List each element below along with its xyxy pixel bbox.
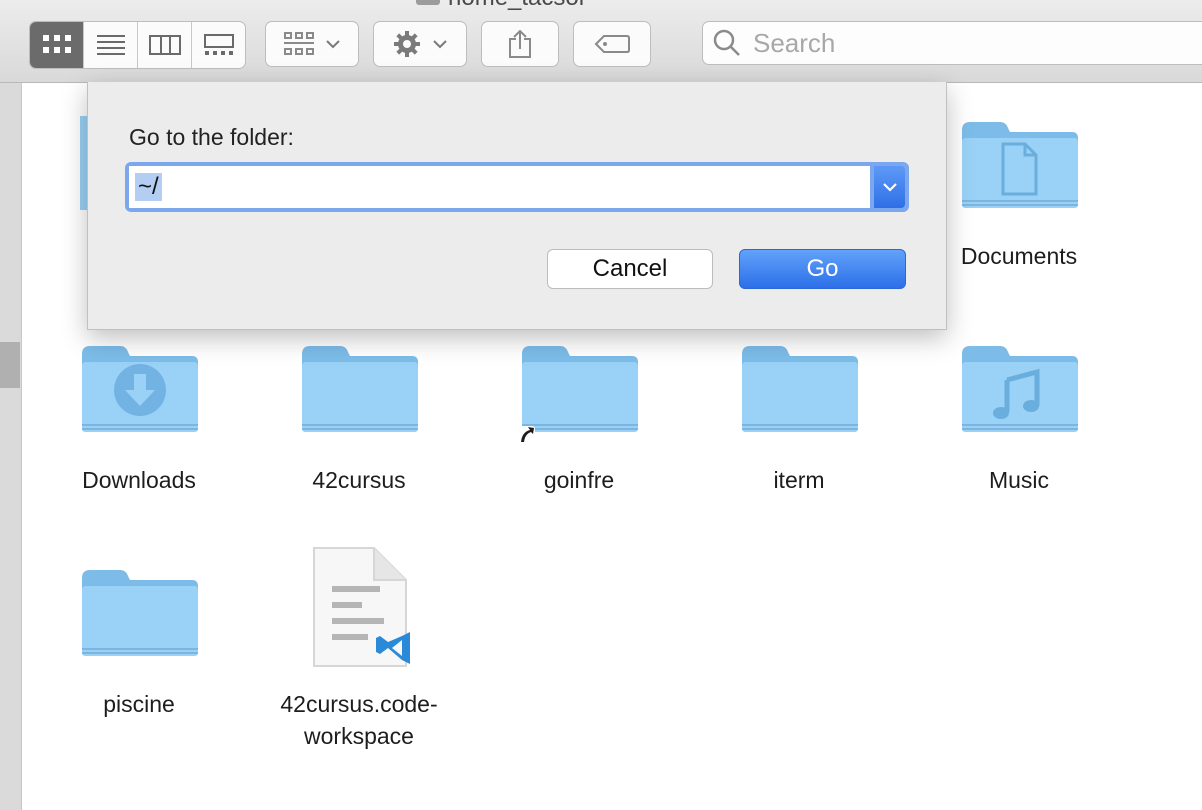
- gear-icon: [394, 31, 420, 57]
- file-label: Downloads: [82, 467, 196, 493]
- sidebar-edge: [0, 83, 22, 810]
- tag-icon: [594, 35, 630, 53]
- downloads-folder-icon: [80, 338, 200, 434]
- chevron-down-icon: [326, 39, 340, 48]
- file-label-line2: workspace: [304, 723, 414, 749]
- chevron-down-icon: [882, 182, 897, 192]
- icon-view-button[interactable]: [30, 22, 84, 68]
- file-label: Music: [988, 467, 1050, 493]
- vscode-document-icon: [313, 547, 410, 667]
- music-folder-icon: [960, 338, 1080, 434]
- file-label: 42cursus: [312, 467, 406, 493]
- dialog-label: Go to the folder:: [129, 124, 294, 150]
- documents-folder-icon: [960, 114, 1080, 210]
- column-view-icon: [148, 35, 181, 55]
- list-view-icon: [96, 35, 125, 55]
- share-button[interactable]: [481, 21, 559, 67]
- window-title-text: home_tacsor: [448, 0, 587, 12]
- group-grid-icon: [284, 32, 314, 55]
- alias-folder-icon: [517, 346, 638, 444]
- cancel-button[interactable]: Cancel: [547, 249, 713, 289]
- path-history-dropdown[interactable]: [874, 166, 905, 208]
- file-label: Documents: [960, 243, 1078, 269]
- folder-icon: [80, 562, 200, 658]
- sidebar-scroll-thumb[interactable]: [0, 342, 20, 388]
- folder-icon: [740, 338, 860, 434]
- share-icon: [509, 29, 531, 58]
- folder-icon: [300, 338, 420, 434]
- path-input-value: ~/: [135, 173, 162, 201]
- file-label: piscine: [103, 691, 175, 717]
- view-mode-segmented-control: [29, 21, 246, 69]
- gallery-view-button[interactable]: [192, 22, 245, 68]
- disk-icon: [416, 0, 440, 5]
- path-combobox: ~/: [125, 162, 909, 212]
- action-menu-button[interactable]: [373, 21, 467, 67]
- search-placeholder: Search: [753, 27, 836, 58]
- file-label: goinfre: [543, 467, 615, 493]
- finder-toolbar: home_tacsor Search: [0, 0, 1202, 83]
- file-label: iterm: [773, 467, 825, 493]
- window-title: home_tacsor: [416, 0, 587, 12]
- go-button[interactable]: Go: [739, 249, 906, 289]
- group-by-button[interactable]: [265, 21, 359, 67]
- gallery-view-icon: [203, 34, 234, 55]
- column-view-button[interactable]: [138, 22, 192, 68]
- search-icon: [713, 29, 740, 56]
- file-label-line1: 42cursus.code-: [280, 691, 438, 717]
- path-input[interactable]: ~/: [129, 166, 870, 208]
- search-field[interactable]: Search: [702, 21, 1202, 65]
- go-to-folder-dialog: Go to the folder: ~/ Cancel Go: [87, 82, 947, 330]
- list-view-button[interactable]: [84, 22, 138, 68]
- icon-view-icon: [42, 35, 71, 53]
- chevron-down-icon: [433, 39, 447, 48]
- edit-tags-button[interactable]: [573, 21, 651, 67]
